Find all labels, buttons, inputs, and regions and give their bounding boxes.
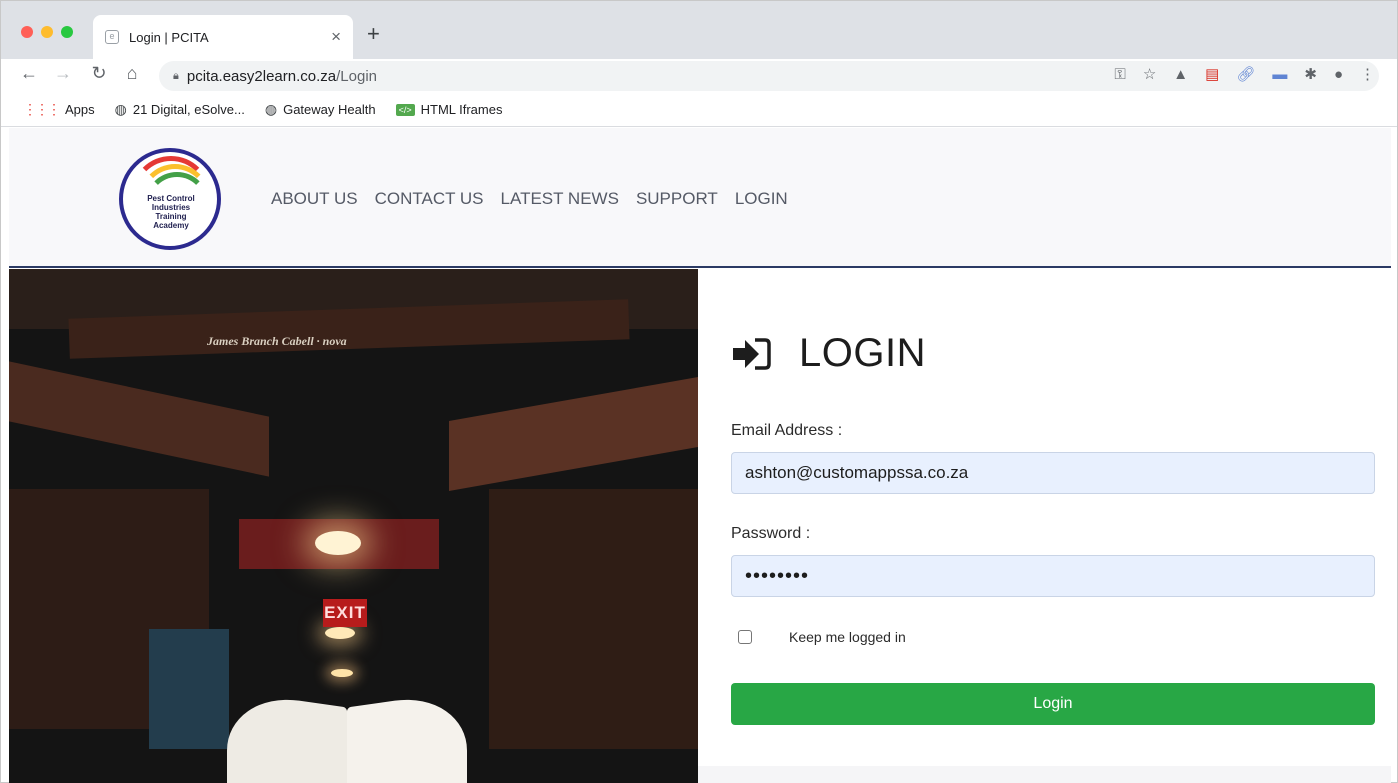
exit-sign: EXIT [323,599,367,627]
browser-toolbar: ← → ↻ ⌂ 🔒︎ pcita.easy2learn.co.za/Login … [1,59,1397,93]
email-field[interactable]: ashton@customappssa.co.za [731,452,1375,494]
login-heading: LOGIN [799,331,926,375]
key-icon[interactable]: ⚿ [1114,67,1125,83]
nav-login[interactable]: LOGIN [735,189,788,209]
lock-icon[interactable]: 🔒︎ [173,70,179,83]
login-button[interactable]: Login [731,683,1375,725]
nav-support[interactable]: SUPPORT [636,189,718,209]
url-path: /Login [336,67,377,85]
email-label: Email Address : [731,422,843,439]
book-shelf [489,489,698,749]
sign-in-icon [733,337,771,370]
maximize-window-button[interactable] [61,26,73,38]
browser-tab[interactable]: e Login | PCITA × [93,15,353,59]
back-arrow-icon[interactable]: ← [17,63,41,84]
pcita-logo[interactable]: Pest Control Industries Training Academy [119,148,221,250]
nav-about-us[interactable]: ABOUT US [271,189,358,209]
bookmark-apps[interactable]: ⋮⋮⋮ Apps [23,101,95,118]
library-photo: James Branch Cabell · nova EXIT [9,269,698,783]
apps-grid-icon: ⋮⋮⋮ [23,101,61,117]
url-host: pcita.easy2learn.co.za [186,67,337,85]
extension-link-icon[interactable]: 🔗︎ [1236,67,1255,83]
book-shelf [9,361,269,477]
profile-avatar-icon[interactable]: ● [1334,67,1343,83]
bookmark-label: Apps [65,102,95,117]
bookmark-html-iframes[interactable]: </> HTML Iframes [395,102,503,117]
bookmark-label: 21 Digital, eSolve... [132,102,245,117]
minimize-window-button[interactable] [41,26,53,38]
ceiling-lamp [315,531,361,555]
bookmark-gateway-health[interactable]: ◍ Gateway Health [265,101,376,118]
extension-tff-icon[interactable]: ▬ [1272,67,1287,83]
book-spine-text: James Branch Cabell · nova [207,334,347,348]
book-page-right [347,690,467,783]
logo-line: Academy [153,221,189,230]
extension-icons: ⚿ ☆ ▲ ▤ 🔗︎ ▬ ✱ ● ⋮ [1114,67,1375,83]
close-window-button[interactable] [21,26,33,38]
book-shelf [449,377,698,491]
logo-line: Pest Control [147,194,195,203]
tab-title: Login | PCITA [129,29,209,45]
nav-contact-us[interactable]: CONTACT US [375,189,484,209]
tab-strip: e Login | PCITA × + [1,1,1397,59]
menu-kebab-icon[interactable]: ⋮ [1360,67,1375,83]
window-controls [21,26,73,38]
keep-logged-in-label[interactable]: Keep me logged in [789,629,906,645]
new-tab-button[interactable]: + [367,21,380,47]
keep-logged-in-checkbox[interactable] [738,630,752,644]
site-header: Pest Control Industries Training Academy… [9,128,1391,268]
bookmarks-bar: ⋮⋮⋮ Apps ◍ 21 Digital, eSolve... ◍ Gatew… [1,93,1397,127]
forward-arrow-icon[interactable]: → [51,63,75,84]
password-label: Password : [731,525,811,542]
open-book [227,690,467,783]
home-icon[interactable]: ⌂ [120,63,144,84]
password-field[interactable]: •••••••• [731,555,1375,597]
ceiling-lamp [325,627,355,639]
page-favicon-icon: e [105,30,119,44]
bookmark-21-digital[interactable]: ◍ 21 Digital, eSolve... [115,101,245,118]
extension-a-icon[interactable]: ▤ [1205,67,1219,83]
bookmark-label: HTML Iframes [420,102,503,117]
login-panel: LOGIN Email Address : ashton@customappss… [698,269,1391,783]
bookmark-label: Gateway Health [283,102,376,117]
globe-icon: ◍ [114,101,127,117]
drive-icon[interactable]: ▲ [1173,67,1188,83]
panel-footer [698,766,1391,783]
login-title: LOGIN [731,331,926,376]
browser-window: e Login | PCITA × + ← → ↻ ⌂ 🔒︎ pcita.eas… [0,0,1398,783]
book-page-left [227,690,347,783]
html-icon: </> [395,103,415,116]
extensions-puzzle-icon[interactable]: ✱ [1304,67,1317,83]
bookmark-star-icon[interactable]: ☆ [1143,67,1156,83]
nav-latest-news[interactable]: LATEST NEWS [501,189,619,209]
tab-close-icon[interactable]: × [331,27,341,47]
globe-icon: ◍ [264,101,278,117]
ceiling-lamp [331,669,353,677]
main-nav: ABOUT US CONTACT US LATEST NEWS SUPPORT … [271,189,788,209]
logo-line: Industries [151,203,191,212]
keep-logged-in-row: Keep me logged in [738,629,906,645]
logo-line: Training [155,212,187,221]
book-shelf [149,629,229,749]
logo-text: Pest Control Industries Training Academy [137,194,205,230]
reload-icon[interactable]: ↻ [87,63,111,84]
